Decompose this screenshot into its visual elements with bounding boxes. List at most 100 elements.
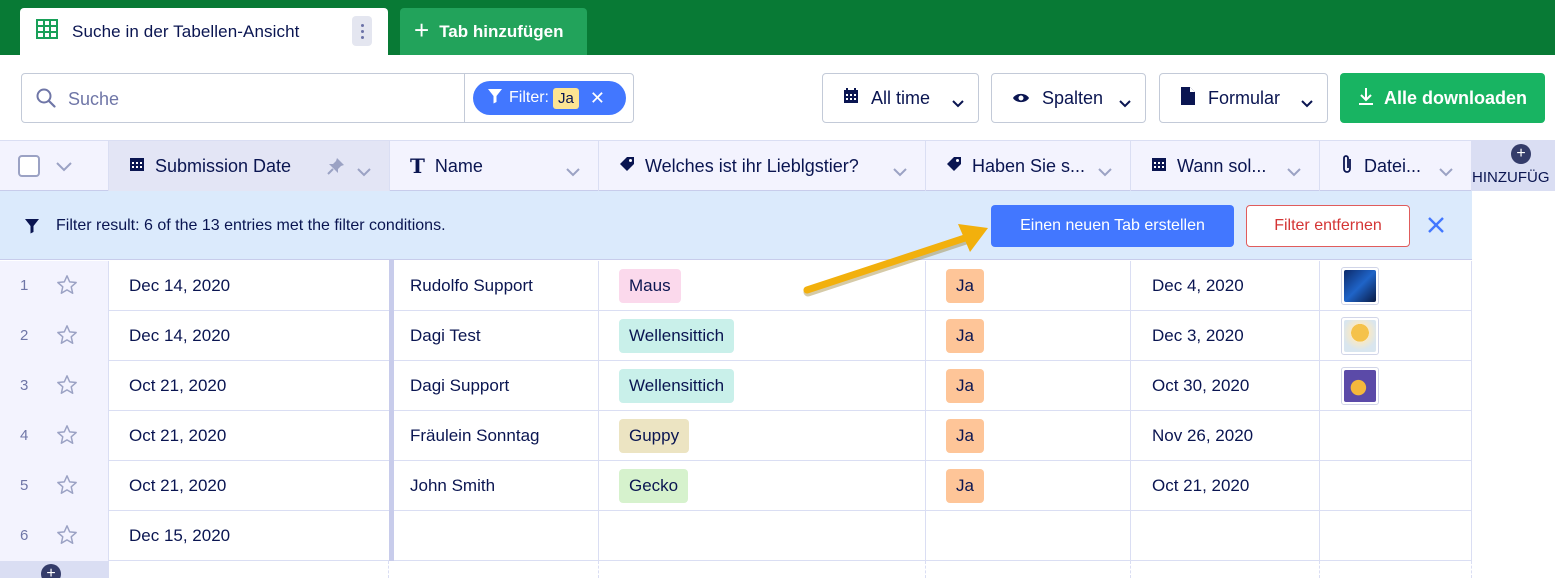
column-header-favorite-pet[interactable]: Welches ist ihr Lieblgstier? [599, 141, 926, 191]
date-range-dropdown[interactable]: All time [822, 73, 979, 123]
plus-icon: + [414, 15, 430, 45]
answer-cell[interactable]: Ja [926, 361, 1131, 411]
chevron-down-icon [1119, 92, 1131, 113]
column-header-name[interactable]: T Name [390, 141, 599, 191]
create-new-tab-button[interactable]: Einen neuen Tab erstellen [991, 205, 1234, 247]
pet-cell[interactable]: Gecko [599, 461, 926, 511]
table-row[interactable]: 5 Oct 21, 2020 John Smith Gecko Ja Oct 21, 20… [0, 461, 1472, 511]
star-icon[interactable] [56, 274, 78, 301]
chevron-down-icon[interactable] [1098, 161, 1112, 182]
pet-cell[interactable] [599, 511, 926, 561]
when-date-cell[interactable]: Dec 3, 2020 [1131, 311, 1320, 361]
name-cell[interactable]: Rudolfo Support [394, 261, 599, 311]
table-row[interactable]: 2 Dec 14, 2020 Dagi Test Wellensittich Ja Dec… [0, 311, 1472, 361]
file-cell[interactable] [1320, 411, 1472, 461]
column-header-file[interactable]: Datei... [1320, 141, 1472, 191]
submission-date-cell[interactable]: Oct 21, 2020 [109, 411, 390, 461]
file-cell[interactable] [1320, 361, 1472, 411]
star-icon[interactable] [56, 424, 78, 451]
tab-table-view[interactable]: Suche in der Tabellen-Ansicht [20, 8, 388, 55]
answer-cell[interactable]: Ja [926, 411, 1131, 461]
column-header-submission-date[interactable]: Submission Date [109, 141, 390, 191]
add-tab-button[interactable]: + Tab hinzufügen [400, 8, 587, 55]
when-date-cell[interactable]: Dec 4, 2020 [1131, 261, 1320, 311]
chevron-down-icon[interactable] [566, 161, 580, 182]
name-cell[interactable] [394, 511, 599, 561]
file-cell[interactable] [1320, 311, 1472, 361]
footer-divider [1320, 561, 1472, 578]
select-all-checkbox[interactable] [18, 155, 40, 177]
column-label: Submission Date [155, 155, 292, 176]
row-number: 6 [20, 527, 29, 544]
columns-label: Spalten [1042, 87, 1104, 108]
paperclip-icon [1340, 154, 1354, 179]
submission-date-cell[interactable]: Oct 21, 2020 [109, 461, 390, 511]
search-bar[interactable]: Suche Filter: Ja ✕ [21, 73, 634, 123]
column-label: Datei... [1364, 155, 1422, 176]
star-icon[interactable] [56, 474, 78, 501]
when-date-cell[interactable]: Oct 21, 2020 [1131, 461, 1320, 511]
file-cell[interactable] [1320, 261, 1472, 311]
close-icon[interactable] [1426, 215, 1446, 240]
tag-icon [619, 156, 635, 177]
name-cell[interactable]: Dagi Support [394, 361, 599, 411]
file-thumbnail[interactable] [1341, 367, 1379, 405]
submission-date-cell[interactable]: Dec 14, 2020 [109, 311, 390, 361]
remove-filter-button[interactable]: Filter entfernen [1246, 205, 1410, 247]
column-header-when[interactable]: Wann sol... [1131, 141, 1320, 191]
search-icon [36, 88, 56, 113]
pet-cell[interactable]: Wellensittich [599, 311, 926, 361]
answer-cell[interactable]: Ja [926, 311, 1131, 361]
star-icon[interactable] [56, 324, 78, 351]
add-column-button[interactable]: + HINZUFÜG [1472, 140, 1555, 191]
name-cell[interactable]: Fräulein Sonntag [394, 411, 599, 461]
chevron-down-icon[interactable] [357, 161, 371, 182]
submission-date-cell[interactable]: Dec 15, 2020 [109, 511, 390, 561]
table-row[interactable]: 3 Oct 21, 2020 Dagi Support Wellensittich Ja… [0, 361, 1472, 411]
answer-cell[interactable]: Ja [926, 461, 1131, 511]
chevron-down-icon[interactable] [1439, 161, 1453, 182]
filter-icon [24, 218, 40, 239]
search-input[interactable]: Suche [68, 89, 119, 110]
calendar-icon [1151, 156, 1167, 177]
add-row-button[interactable]: + [41, 564, 61, 578]
chevron-down-icon[interactable] [893, 161, 907, 182]
download-all-button[interactable]: Alle downloaden [1340, 73, 1545, 123]
submission-date-cell[interactable]: Oct 21, 2020 [109, 361, 390, 411]
file-thumbnail[interactable] [1341, 267, 1379, 305]
pet-tag: Gecko [619, 469, 689, 503]
star-icon[interactable] [56, 374, 78, 401]
name-cell[interactable]: Dagi Test [394, 311, 599, 361]
columns-dropdown[interactable]: Spalten [991, 73, 1146, 123]
file-cell[interactable] [1320, 461, 1472, 511]
filter-chip[interactable]: Filter: Ja ✕ [473, 81, 626, 115]
column-label: Name [434, 155, 483, 176]
pinned-column-divider[interactable] [389, 260, 394, 578]
submission-date-cell[interactable]: Dec 14, 2020 [109, 261, 390, 311]
chevron-down-icon[interactable] [1287, 161, 1301, 182]
chevron-down-icon[interactable] [56, 156, 72, 177]
name-cell[interactable]: John Smith [394, 461, 599, 511]
file-thumbnail[interactable] [1341, 317, 1379, 355]
table-row[interactable]: 1 Dec 14, 2020 Rudolfo Support Maus Ja Dec 4,… [0, 261, 1472, 311]
annotation-arrow-icon [803, 224, 988, 297]
when-date-cell[interactable] [1131, 511, 1320, 561]
eye-icon [1012, 88, 1030, 109]
chevron-down-icon [952, 92, 964, 113]
row-number: 4 [20, 427, 29, 444]
pet-cell[interactable]: Wellensittich [599, 361, 926, 411]
table-row[interactable]: 4 Oct 21, 2020 Fräulein Sonntag Guppy Ja Nov … [0, 411, 1472, 461]
close-icon[interactable]: ✕ [590, 88, 605, 109]
pet-cell[interactable]: Guppy [599, 411, 926, 461]
table-row[interactable]: 6 Dec 15, 2020 [0, 511, 1472, 561]
star-icon[interactable] [56, 524, 78, 551]
file-cell[interactable] [1320, 511, 1472, 561]
answer-cell[interactable] [926, 511, 1131, 561]
tab-menu-icon[interactable] [352, 16, 372, 46]
column-header-question[interactable]: Haben Sie s... [926, 141, 1131, 191]
pin-icon[interactable] [327, 157, 345, 180]
form-dropdown[interactable]: Formular [1159, 73, 1328, 123]
when-date-cell[interactable]: Oct 30, 2020 [1131, 361, 1320, 411]
footer-divider [599, 561, 926, 578]
when-date-cell[interactable]: Nov 26, 2020 [1131, 411, 1320, 461]
